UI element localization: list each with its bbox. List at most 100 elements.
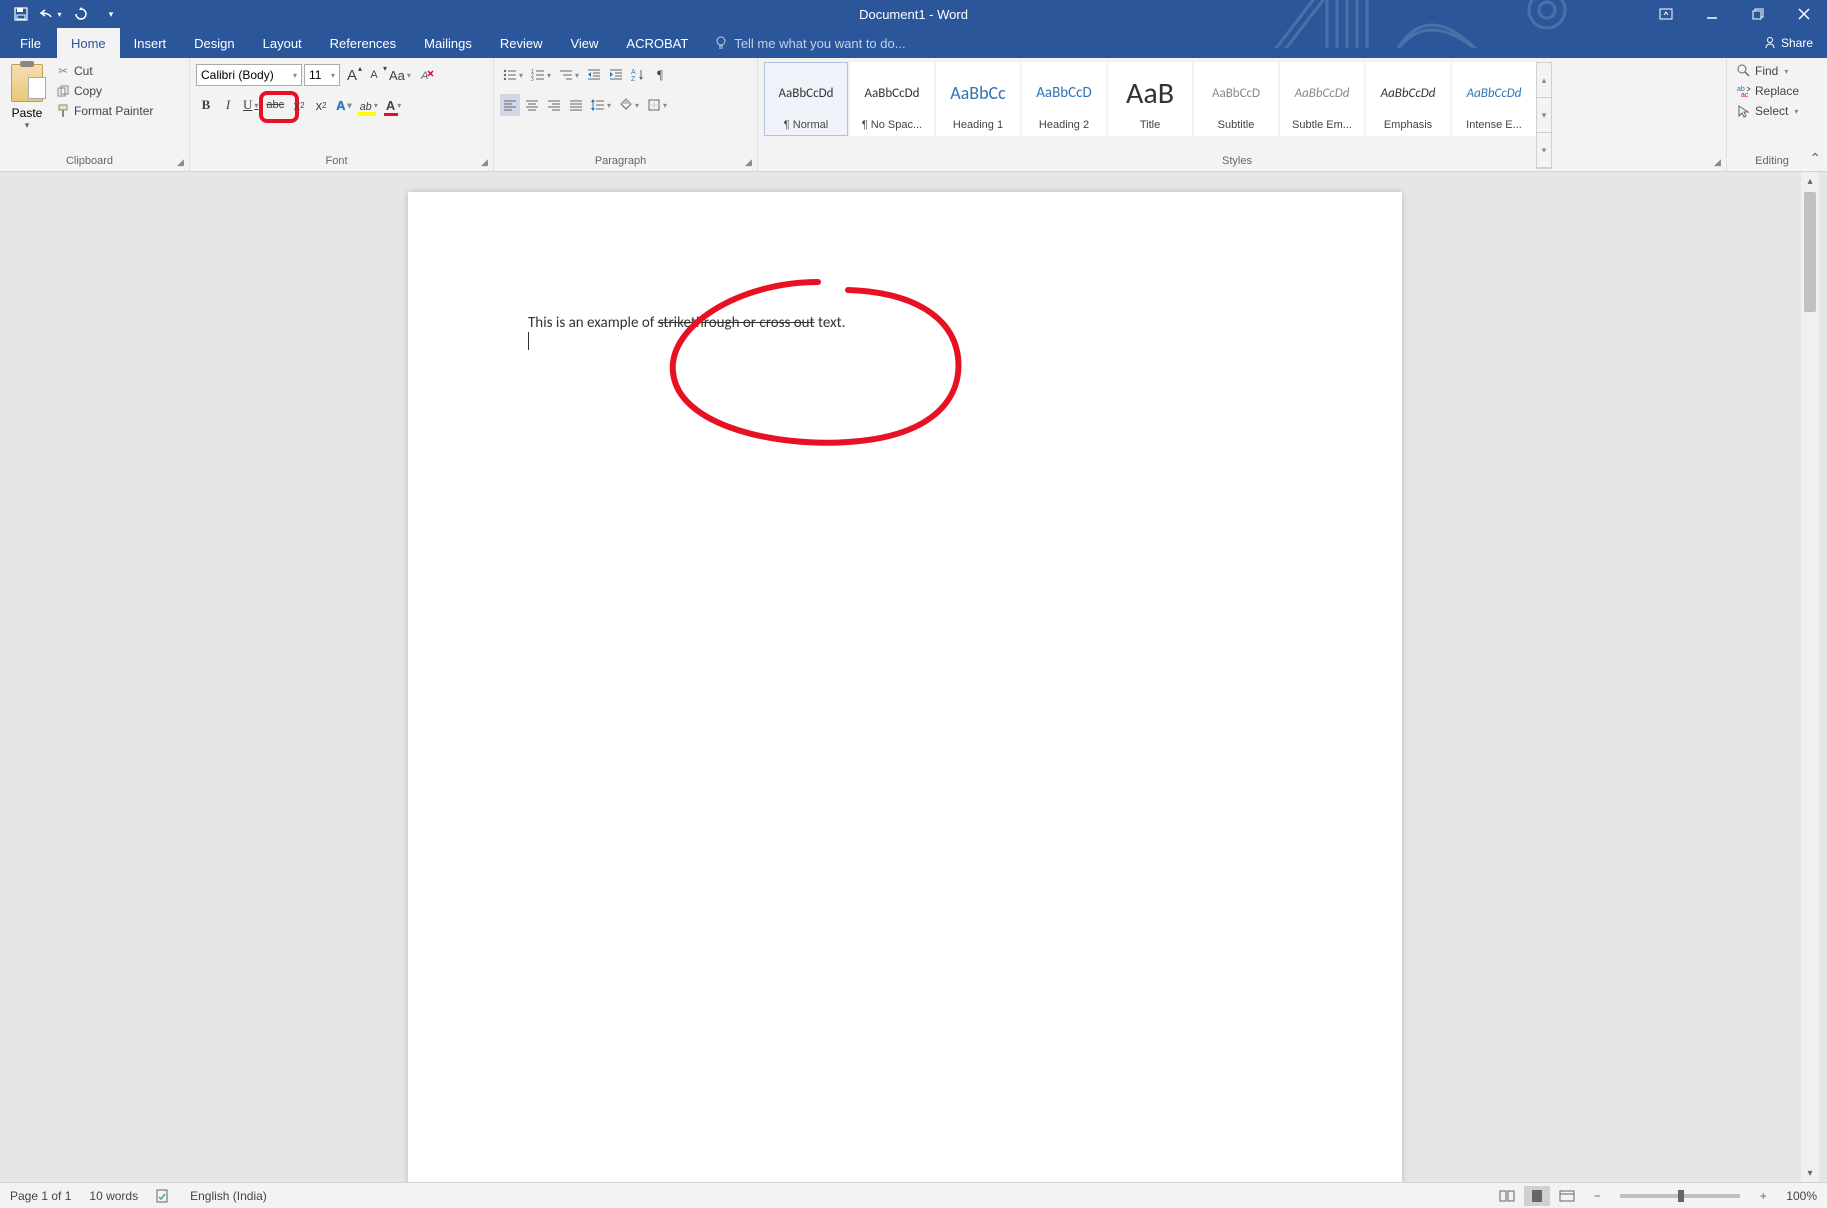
gallery-scroll-down[interactable]: ▾ bbox=[1537, 98, 1551, 133]
subscript-button[interactable]: x2 bbox=[289, 94, 309, 116]
lightbulb-icon bbox=[714, 36, 728, 50]
decrease-indent-button[interactable] bbox=[584, 64, 604, 86]
find-button[interactable]: Find▾ bbox=[1733, 62, 1803, 80]
language-indicator[interactable]: English (India) bbox=[190, 1189, 267, 1203]
style-preview: AaBbCcDd bbox=[779, 67, 834, 119]
zoom-in-button[interactable]: + bbox=[1750, 1186, 1776, 1206]
font-name-combo[interactable]: Calibri (Body)▾ bbox=[196, 64, 302, 86]
tab-home[interactable]: Home bbox=[57, 28, 120, 58]
word-count[interactable]: 10 words bbox=[89, 1189, 138, 1203]
multilevel-list-button[interactable] bbox=[556, 64, 582, 86]
increase-indent-button[interactable] bbox=[606, 64, 626, 86]
scroll-up-button[interactable]: ▴ bbox=[1801, 172, 1819, 190]
cut-button[interactable]: ✂Cut bbox=[52, 62, 157, 80]
paste-icon bbox=[11, 64, 43, 102]
tab-insert[interactable]: Insert bbox=[120, 28, 181, 58]
zoom-slider[interactable] bbox=[1620, 1194, 1740, 1198]
clipboard-launcher[interactable]: ◢ bbox=[177, 157, 187, 167]
show-hide-button[interactable]: ¶ bbox=[650, 64, 670, 86]
read-mode-button[interactable] bbox=[1494, 1186, 1520, 1206]
gallery-scroll-up[interactable]: ▴ bbox=[1537, 63, 1551, 98]
style-item-nospac[interactable]: AaBbCcDd¶ No Spac... bbox=[850, 62, 934, 136]
styles-group-label: Styles bbox=[758, 155, 1716, 169]
qat-customize-button[interactable]: ▾ bbox=[100, 3, 122, 25]
print-layout-button[interactable] bbox=[1524, 1186, 1550, 1206]
numbering-button[interactable]: 123 bbox=[528, 64, 554, 86]
paste-dropdown-arrow[interactable]: ▾ bbox=[25, 120, 30, 131]
zoom-level[interactable]: 100% bbox=[1786, 1189, 1817, 1203]
sort-button[interactable]: AZ bbox=[628, 64, 648, 86]
align-left-button[interactable] bbox=[500, 94, 520, 116]
line-spacing-button[interactable] bbox=[588, 94, 614, 116]
collapse-ribbon-button[interactable]: ⌃ bbox=[1809, 150, 1821, 167]
text-cursor bbox=[528, 332, 529, 350]
font-color-button[interactable]: A bbox=[383, 94, 404, 116]
font-size-combo[interactable]: 11▾ bbox=[304, 64, 340, 86]
style-item-emphasis[interactable]: AaBbCcDdEmphasis bbox=[1366, 62, 1450, 136]
share-button[interactable]: Share bbox=[1749, 28, 1827, 58]
align-center-button[interactable] bbox=[522, 94, 542, 116]
tell-me-search[interactable]: Tell me what you want to do... bbox=[714, 28, 905, 58]
tab-view[interactable]: View bbox=[556, 28, 612, 58]
bullets-button[interactable] bbox=[500, 64, 526, 86]
redo-button[interactable] bbox=[70, 3, 92, 25]
style-item-subtleem[interactable]: AaBbCcDdSubtle Em... bbox=[1280, 62, 1364, 136]
minimize-button[interactable] bbox=[1689, 0, 1735, 28]
undo-button[interactable]: ▾ bbox=[40, 3, 62, 25]
web-layout-button[interactable] bbox=[1554, 1186, 1580, 1206]
style-item-heading1[interactable]: AaBbCcHeading 1 bbox=[936, 62, 1020, 136]
zoom-slider-thumb[interactable] bbox=[1678, 1190, 1684, 1202]
tab-references[interactable]: References bbox=[316, 28, 410, 58]
underline-button[interactable]: U bbox=[240, 94, 261, 116]
tab-layout[interactable]: Layout bbox=[249, 28, 316, 58]
scroll-thumb[interactable] bbox=[1804, 192, 1816, 312]
justify-button[interactable] bbox=[566, 94, 586, 116]
highlight-button[interactable]: ab bbox=[357, 94, 381, 116]
style-item-heading2[interactable]: AaBbCcDHeading 2 bbox=[1022, 62, 1106, 136]
shrink-font-button[interactable]: A▾ bbox=[364, 64, 384, 86]
close-button[interactable] bbox=[1781, 0, 1827, 28]
styles-launcher[interactable]: ◢ bbox=[1714, 157, 1724, 167]
document-area: This is an example of strikethrough or c… bbox=[8, 172, 1819, 1182]
italic-button[interactable]: I bbox=[218, 94, 238, 116]
copy-button[interactable]: Copy bbox=[52, 82, 157, 100]
page-indicator[interactable]: Page 1 of 1 bbox=[10, 1189, 71, 1203]
vertical-scrollbar[interactable]: ▴ ▾ bbox=[1801, 172, 1819, 1182]
borders-button[interactable] bbox=[644, 94, 670, 116]
tab-mailings[interactable]: Mailings bbox=[410, 28, 486, 58]
style-item-subtitle[interactable]: AaBbCcDSubtitle bbox=[1194, 62, 1278, 136]
style-item-intensee[interactable]: AaBbCcDdIntense E... bbox=[1452, 62, 1536, 136]
paragraph-launcher[interactable]: ◢ bbox=[745, 157, 755, 167]
tab-review[interactable]: Review bbox=[486, 28, 557, 58]
document-page[interactable]: This is an example of strikethrough or c… bbox=[408, 192, 1402, 1182]
text-effects-button[interactable]: A bbox=[333, 94, 354, 116]
strikethrough-button[interactable]: abc bbox=[263, 94, 287, 116]
tab-acrobat[interactable]: ACROBAT bbox=[612, 28, 702, 58]
grow-font-button[interactable]: A▴ bbox=[342, 64, 362, 86]
select-button[interactable]: Select▾ bbox=[1733, 102, 1803, 120]
style-item-title[interactable]: AaBTitle bbox=[1108, 62, 1192, 136]
shading-button[interactable] bbox=[616, 94, 642, 116]
align-right-button[interactable] bbox=[544, 94, 564, 116]
tab-design[interactable]: Design bbox=[180, 28, 248, 58]
bold-button[interactable]: B bbox=[196, 94, 216, 116]
save-button[interactable] bbox=[10, 3, 32, 25]
style-name-label: Intense E... bbox=[1466, 119, 1522, 131]
style-preview: AaBbCcDd bbox=[1467, 67, 1522, 119]
document-body[interactable]: This is an example of strikethrough or c… bbox=[408, 192, 1402, 472]
proofing-indicator[interactable] bbox=[156, 1189, 172, 1203]
scroll-down-button[interactable]: ▾ bbox=[1801, 1164, 1819, 1182]
zoom-out-button[interactable]: − bbox=[1584, 1186, 1610, 1206]
style-item-normal[interactable]: AaBbCcDd¶ Normal bbox=[764, 62, 848, 136]
superscript-button[interactable]: x2 bbox=[311, 94, 331, 116]
format-painter-button[interactable]: Format Painter bbox=[52, 102, 157, 120]
maximize-button[interactable] bbox=[1735, 0, 1781, 28]
tab-file[interactable]: File bbox=[4, 28, 57, 58]
replace-button[interactable]: abacReplace bbox=[1733, 82, 1803, 100]
clear-formatting-button[interactable]: A bbox=[416, 64, 438, 86]
paste-button[interactable]: Paste ▾ bbox=[6, 62, 48, 169]
font-launcher[interactable]: ◢ bbox=[481, 157, 491, 167]
ribbon-display-options-button[interactable] bbox=[1643, 0, 1689, 28]
change-case-button[interactable]: Aa bbox=[386, 64, 414, 86]
style-name-label: ¶ No Spac... bbox=[862, 119, 922, 131]
